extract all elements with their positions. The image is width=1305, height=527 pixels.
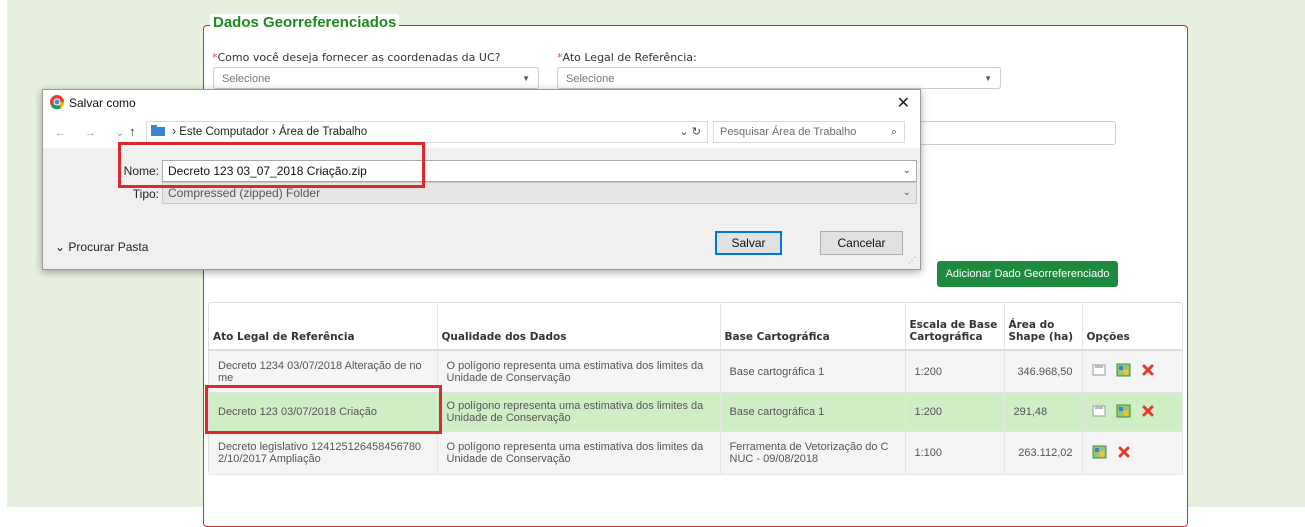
cell-base: Ferramenta de Vetorização do C NUC - 09/…: [720, 431, 906, 475]
breadcrumb-item[interactable]: Este Computador: [179, 126, 269, 138]
cell-area: 291,48: [1004, 392, 1083, 432]
text-input[interactable]: [910, 121, 1116, 145]
resize-grip-icon[interactable]: ⋰: [908, 256, 916, 265]
coords-method-select[interactable]: Selecione ▼: [213, 67, 539, 89]
chevron-down-icon: ▼: [522, 74, 530, 83]
chevron-down-icon[interactable]: ⌄: [903, 183, 911, 203]
dialog-titlebar: Salvar como ✕: [43, 90, 920, 116]
dialog-title: Salvar como: [69, 96, 136, 110]
browse-folders-toggle[interactable]: ⌄ Procurar Pasta: [55, 240, 148, 254]
save-icon[interactable]: [1092, 405, 1106, 420]
chevron-down-icon: ▼: [984, 74, 992, 83]
cell-qualidade: O polígono representa uma estimativa dos…: [437, 431, 721, 475]
breadcrumb[interactable]: › Este Computador › Área de Trabalho ⌄ ↻: [146, 121, 708, 143]
cell-ato: Decreto legislativo 124125126458456780 2…: [209, 431, 438, 475]
cell-area: 263.112,02: [1004, 431, 1083, 475]
header-base: Base Cartográfica: [720, 303, 906, 351]
header-opcoes: Opções: [1082, 303, 1183, 351]
breadcrumb-sep: ›: [271, 126, 279, 138]
table-header-row: Ato Legal de Referência Qualidade dos Da…: [209, 303, 1183, 351]
refresh-icon[interactable]: ⌄ ↻: [680, 122, 702, 142]
search-icon: ⌕: [890, 126, 897, 138]
chrome-icon: [50, 95, 64, 109]
cell-options: [1082, 392, 1183, 432]
map-icon[interactable]: [1116, 362, 1132, 381]
cell-options: [1082, 431, 1183, 475]
up-arrow-icon[interactable]: ↑: [129, 124, 136, 139]
coords-method-label: *Como você deseja fornecer as coordenada…: [212, 51, 501, 64]
chevron-down-icon[interactable]: ⌄: [903, 161, 911, 181]
ato-legal-select[interactable]: Selecione ▼: [557, 67, 1001, 89]
save-button[interactable]: Salvar: [715, 231, 782, 255]
cell-qualidade: O polígono representa uma estimativa dos…: [437, 350, 721, 393]
map-icon[interactable]: [1092, 444, 1108, 463]
map-icon[interactable]: [1116, 403, 1132, 422]
delete-icon[interactable]: [1142, 405, 1154, 420]
save-icon[interactable]: [1092, 364, 1106, 379]
cell-escala: 1:200: [905, 392, 1005, 432]
header-qualidade: Qualidade dos Dados: [437, 303, 721, 351]
cell-qualidade: O polígono representa uma estimativa dos…: [437, 392, 721, 432]
cell-escala: 1:200: [905, 350, 1005, 393]
cell-base: Base cartográfica 1: [720, 350, 906, 393]
ato-legal-label: *Ato Legal de Referência:: [557, 51, 697, 64]
folder-icon: [151, 125, 165, 136]
highlight-box-filename: [118, 142, 425, 188]
highlight-box-row: [205, 385, 442, 434]
delete-icon[interactable]: [1118, 446, 1130, 461]
header-escala: Escala de Base Cartográfica: [905, 303, 1005, 351]
header-area: Área do Shape (ha): [1004, 303, 1083, 351]
cell-options: [1082, 350, 1183, 393]
back-forward-icon[interactable]: ← → ⌄: [55, 126, 132, 139]
header-ato: Ato Legal de Referência: [209, 303, 438, 351]
cell-escala: 1:100: [905, 431, 1005, 475]
delete-icon[interactable]: [1142, 364, 1154, 379]
type-label: Tipo:: [132, 187, 159, 201]
cancel-button[interactable]: Cancelar: [820, 231, 903, 255]
close-icon[interactable]: ✕: [897, 93, 910, 113]
search-input[interactable]: Pesquisar Área de Trabalho ⌕: [713, 121, 905, 143]
chevron-down-icon: ⌄: [55, 240, 66, 254]
cell-area: 346.968,50: [1004, 350, 1083, 393]
table-row[interactable]: Decreto legislativo 124125126458456780 2…: [209, 431, 1183, 475]
fieldset-legend: Dados Georreferenciados: [210, 14, 400, 31]
cell-base: Base cartográfica 1: [720, 392, 906, 432]
breadcrumb-item[interactable]: Área de Trabalho: [279, 126, 367, 138]
add-georef-button[interactable]: Adicionar Dado Georreferenciado: [937, 261, 1118, 287]
